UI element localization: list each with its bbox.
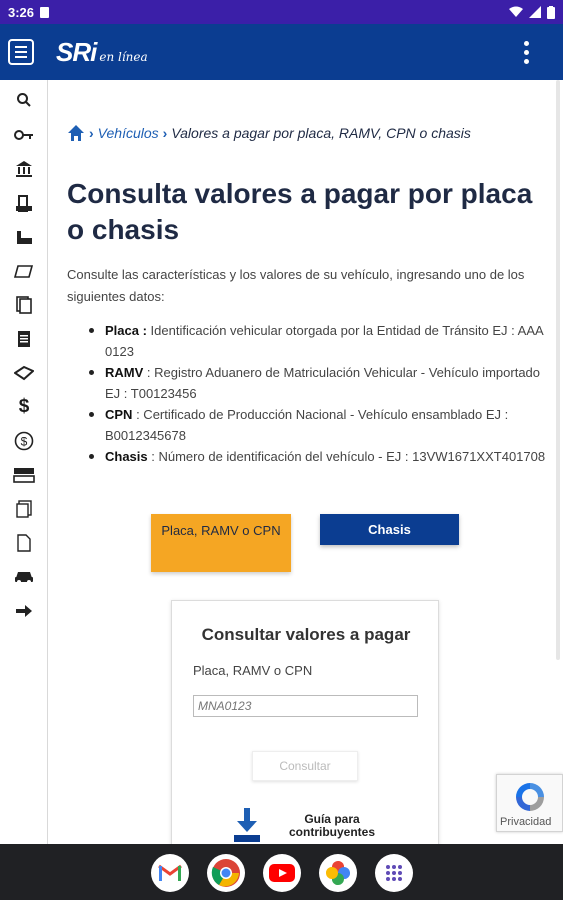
app-bar: SRi en línea	[0, 24, 563, 80]
definition-term: RAMV	[105, 365, 144, 380]
more-options-button[interactable]	[524, 40, 529, 64]
definition-text: Identificación vehicular otorgada por la…	[105, 323, 543, 359]
field-label: Placa, RAMV o CPN	[193, 663, 313, 678]
home-icon[interactable]	[67, 124, 85, 142]
list-item: Placa : Identificación vehicular otorgad…	[87, 320, 547, 362]
recaptcha-badge[interactable]: Privacidad	[496, 774, 563, 832]
bank-icon[interactable]	[12, 157, 36, 181]
folder-icon[interactable]	[12, 259, 36, 283]
chevron-right-icon: ›	[162, 125, 168, 141]
menu-button[interactable]	[8, 39, 34, 65]
kebab-dot	[524, 58, 529, 64]
recaptcha-label: Privacidad	[500, 816, 552, 828]
documents-icon[interactable]	[12, 293, 36, 317]
exchange-icon[interactable]	[12, 463, 36, 487]
breadcrumb-current: Valores a pagar por placa, RAMV, CPN o c…	[171, 125, 471, 141]
recaptcha-icon	[516, 783, 544, 811]
download-icon[interactable]	[232, 807, 262, 843]
chasis-button[interactable]: Chasis	[320, 514, 459, 545]
signal-icon	[529, 6, 541, 18]
placa-ramv-cpn-button[interactable]: Placa, RAMV o CPN	[151, 514, 291, 572]
gmail-icon[interactable]	[151, 854, 189, 892]
receipt-icon[interactable]	[12, 531, 36, 555]
page-title: Consulta valores a pagar por placa o cha…	[67, 178, 533, 245]
definition-text: : Certificado de Producción Nacional - V…	[105, 407, 509, 443]
kebab-dot	[524, 40, 529, 46]
consultar-button[interactable]: Consultar	[252, 751, 358, 781]
hand-money-icon[interactable]	[12, 361, 36, 385]
definition-term: CPN	[105, 407, 133, 422]
menu-icon-line	[15, 51, 27, 53]
breadcrumb: › Vehículos › Valores a pagar por placa,…	[67, 124, 471, 142]
definition-text: : Registro Aduanero de Matriculación Veh…	[105, 365, 541, 401]
definition-term: Chasis	[105, 449, 148, 464]
definition-text: : Número de identificación del vehículo …	[151, 449, 546, 464]
main-content: › Vehículos › Valores a pagar por placa,…	[49, 80, 553, 844]
chevron-right-icon: ›	[89, 125, 94, 141]
youtube-icon[interactable]	[263, 854, 301, 892]
menu-icon-line	[15, 56, 27, 58]
search-icon[interactable]	[12, 88, 36, 112]
status-bar: 3:26	[0, 0, 563, 24]
battery-icon	[547, 5, 555, 19]
key-icon[interactable]	[12, 123, 36, 147]
car-icon[interactable]	[12, 565, 36, 589]
photos-icon[interactable]	[319, 854, 357, 892]
kebab-dot	[524, 49, 529, 55]
placa-input[interactable]	[193, 695, 418, 717]
factory-icon[interactable]	[12, 225, 36, 249]
logo-main: SRi	[56, 36, 97, 67]
definition-list: Placa : Identificación vehicular otorgad…	[87, 320, 547, 467]
menu-icon-line	[15, 46, 27, 48]
wifi-icon	[509, 6, 523, 17]
dollar-icon[interactable]: $	[12, 395, 36, 419]
arrow-right-icon[interactable]	[12, 599, 36, 623]
apps-icon[interactable]	[375, 854, 413, 892]
building-icon[interactable]	[12, 191, 36, 215]
sim-icon	[40, 6, 50, 18]
status-time: 3:26	[8, 4, 35, 20]
document-icon[interactable]	[12, 327, 36, 351]
sri-logo[interactable]: SRi en línea	[56, 37, 148, 68]
list-item: RAMV : Registro Aduanero de Matriculació…	[87, 362, 547, 404]
card-title: Consultar valores a pagar	[201, 625, 411, 644]
list-item: Chasis : Número de identificación del ve…	[87, 446, 547, 467]
consulta-card: Consultar valores a pagar Placa, RAMV o …	[171, 600, 439, 844]
scrollbar[interactable]	[556, 80, 560, 660]
list-item: CPN : Certificado de Producción Nacional…	[87, 404, 547, 446]
breadcrumb-link-vehiculos[interactable]: Vehículos	[98, 125, 159, 141]
system-nav-bar	[0, 844, 563, 900]
intro-text: Consulte las características y los valor…	[67, 267, 525, 304]
definition-term: Placa :	[105, 323, 147, 338]
logo-sub: en línea	[99, 49, 148, 64]
status-icons	[509, 5, 555, 19]
svg-text:$: $	[21, 435, 28, 449]
guide-link[interactable]: Guía para contribuyentes	[272, 813, 392, 839]
coin-icon[interactable]: $	[12, 429, 36, 453]
sidebar: $ $	[0, 80, 48, 844]
forms-icon[interactable]	[12, 497, 36, 521]
chrome-icon[interactable]	[207, 854, 245, 892]
